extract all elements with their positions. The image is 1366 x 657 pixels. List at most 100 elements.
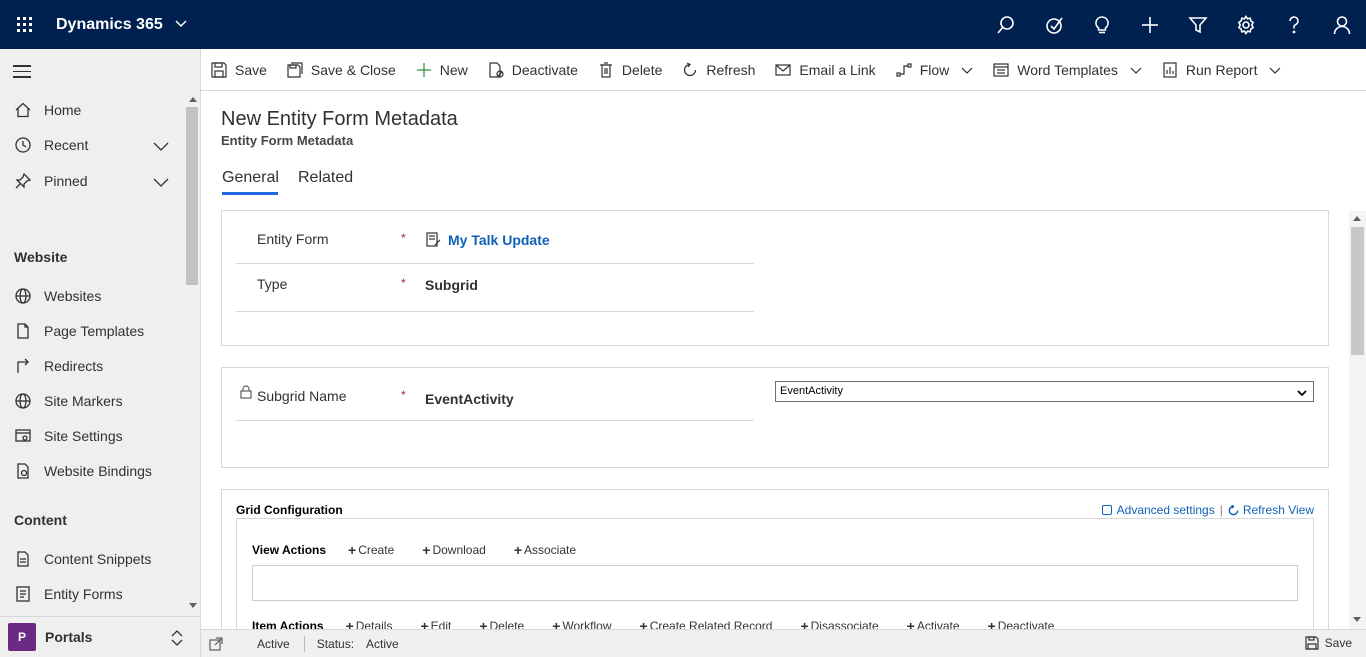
chevron-down-icon[interactable]: [961, 62, 973, 78]
area-badge: P: [8, 623, 36, 651]
status-divider: [303, 635, 305, 652]
settings-button[interactable]: [1222, 0, 1270, 49]
sidebar-item-redirects[interactable]: Redirects: [0, 348, 185, 383]
view-actions-dropzone[interactable]: [252, 565, 1298, 601]
sidebar-item-label: Page Templates: [44, 322, 145, 339]
sidebar-item-label: Websites: [44, 287, 102, 304]
scroll-up-arrow-icon[interactable]: [189, 97, 197, 102]
chevron-down-icon[interactable]: [1269, 62, 1281, 78]
new-button[interactable]: [1126, 0, 1174, 49]
sidebar-item-recent[interactable]: Recent: [0, 127, 185, 162]
snippet-icon: [14, 550, 32, 568]
refresh-button[interactable]: Refresh: [672, 49, 765, 91]
sidebar-item-entity-forms[interactable]: Entity Forms: [0, 576, 185, 611]
settings-page-icon: [14, 427, 32, 445]
save-icon: [211, 61, 227, 78]
tab-general[interactable]: General: [222, 169, 279, 187]
scroll-down-arrow-icon[interactable]: [1353, 617, 1361, 622]
view-action-create-button[interactable]: + Create: [348, 543, 394, 557]
ideas-button[interactable]: [1078, 0, 1126, 49]
email-link-button[interactable]: Email a Link: [765, 49, 885, 91]
form-icon: [14, 585, 32, 603]
footer-save-label: Save: [1324, 636, 1352, 650]
chevron-down-icon[interactable]: [1130, 62, 1142, 78]
flow-button[interactable]: Flow: [886, 49, 984, 91]
task-button[interactable]: [1030, 0, 1078, 49]
app-launcher-button[interactable]: [0, 0, 48, 49]
delete-button[interactable]: Delete: [588, 49, 672, 91]
sitemap-scrollbar[interactable]: [185, 49, 200, 616]
save-button[interactable]: Save: [201, 49, 277, 91]
advanced-find-button[interactable]: [1174, 0, 1222, 49]
plus-icon: +: [479, 618, 488, 629]
help-button[interactable]: [1270, 0, 1318, 49]
chevron-down-icon[interactable]: [153, 139, 169, 155]
grid-configuration-title: Grid Configuration: [236, 503, 343, 517]
deactivate-button[interactable]: Deactivate: [478, 49, 588, 91]
user-icon: [1333, 15, 1351, 34]
item-action-details-button[interactable]: + Details: [346, 619, 393, 629]
refresh-view-link[interactable]: Refresh View: [1243, 503, 1314, 517]
tab-related[interactable]: Related: [298, 169, 353, 187]
word-templates-button[interactable]: Word Templates: [983, 49, 1152, 91]
open-in-new-window-icon[interactable]: [209, 636, 223, 651]
subgrid-name-select[interactable]: EventActivity: [775, 381, 1314, 402]
scrollbar-thumb[interactable]: [1351, 227, 1364, 355]
app-switcher-chevron-icon[interactable]: [175, 19, 187, 31]
sidebar-item-page-templates[interactable]: Page Templates: [0, 313, 185, 348]
item-action-activate-button[interactable]: + Activate: [907, 619, 960, 629]
top-navigation-bar: Dynamics 365: [0, 0, 1366, 49]
sidebar-item-content-snippets[interactable]: Content Snippets: [0, 541, 185, 576]
item-action-disassociate-button[interactable]: + Disassociate: [800, 619, 878, 629]
sidebar-item-site-settings[interactable]: Site Settings: [0, 418, 185, 453]
advanced-settings-link[interactable]: Advanced settings: [1117, 503, 1215, 517]
refresh-label: Refresh: [706, 61, 756, 78]
view-action-download-button[interactable]: + Download: [422, 543, 486, 557]
form-main-area: New Entity Form Metadata Entity Form Met…: [201, 91, 1366, 629]
page-subtitle: Entity Form Metadata: [221, 133, 354, 148]
form-scrollbar[interactable]: [1349, 211, 1366, 629]
chevron-up-down-icon[interactable]: [170, 629, 184, 650]
new-button[interactable]: New: [406, 49, 478, 91]
sidebar-item-pinned[interactable]: Pinned: [0, 163, 185, 198]
email-link-icon: [775, 63, 792, 76]
status-value: Active: [366, 636, 399, 651]
item-action-delete-button[interactable]: + Delete: [479, 619, 524, 629]
sidebar-item-websites[interactable]: Websites: [0, 278, 185, 313]
sidebar-item-site-markers[interactable]: Site Markers: [0, 383, 185, 418]
view-action-associate-button[interactable]: + Associate: [514, 543, 576, 557]
run-report-button[interactable]: Run Report: [1152, 49, 1292, 91]
hamburger-menu-icon[interactable]: [13, 65, 31, 82]
item-action-edit-button[interactable]: + Edit: [420, 619, 451, 629]
plus-icon: +: [800, 618, 809, 629]
refresh-icon: [1228, 504, 1239, 515]
required-marker: *: [401, 388, 406, 402]
user-profile-button[interactable]: [1318, 0, 1366, 49]
item-action-deactivate-button[interactable]: + Deactivate: [988, 619, 1055, 629]
item-action-label: Create Related Record: [649, 619, 773, 629]
search-button[interactable]: [982, 0, 1030, 49]
advanced-settings-checkbox[interactable]: [1101, 505, 1112, 515]
new-label: New: [439, 61, 468, 78]
plus-icon: [416, 62, 431, 77]
sidebar-item-home[interactable]: Home: [0, 92, 185, 127]
sidebar-item-website-bindings[interactable]: Website Bindings: [0, 453, 185, 488]
sidebar-group-website: Website: [14, 249, 68, 265]
item-action-workflow-button[interactable]: + Workflow: [552, 619, 611, 629]
grid-actions-panel: View Actions + Create + Download + Associat…: [236, 518, 1314, 629]
scroll-up-arrow-icon[interactable]: [1353, 216, 1361, 221]
chevron-down-icon[interactable]: [153, 175, 169, 191]
entity-form-lookup-link[interactable]: My Talk Update: [448, 232, 550, 248]
scrollbar-thumb[interactable]: [186, 107, 198, 285]
save-close-button[interactable]: Save & Close: [277, 49, 406, 91]
item-action-create-related-button[interactable]: + Create Related Record: [640, 619, 773, 629]
view-action-label: Associate: [524, 543, 577, 557]
area-switcher[interactable]: P Portals: [0, 616, 200, 657]
app-title[interactable]: Dynamics 365: [56, 16, 163, 34]
clock-icon: [14, 136, 32, 154]
type-value[interactable]: Subgrid: [425, 277, 478, 293]
scroll-down-arrow-icon[interactable]: [189, 603, 197, 608]
footer-save-button[interactable]: Save: [1305, 636, 1352, 650]
subgrid-name-value: EventActivity: [425, 391, 514, 407]
sidebar-item-label: Content Snippets: [44, 550, 152, 567]
